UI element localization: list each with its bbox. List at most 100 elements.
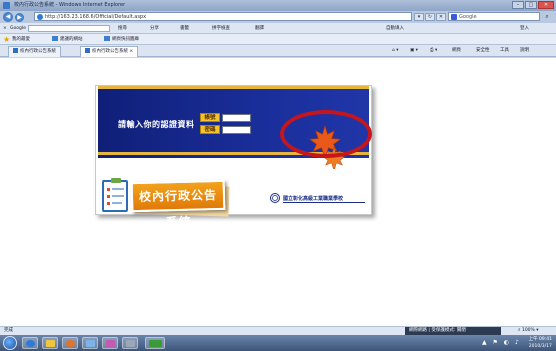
page-content: 請輸入你的認證資料 帳號 密碼 校內行政公告系統 國立彰化高級工業職業學校 (0, 58, 556, 326)
status-bar: 完成 網際網路 | 受保護模式: 關閉 ⌕ 100% ▾ (0, 326, 556, 335)
print-icon[interactable]: ⎙ ▾ (430, 45, 437, 57)
forward-button[interactable]: ▶ (15, 13, 24, 22)
favorites-bar: ★ 我的最愛 建議的網站 網頁快訊圖庫 (0, 34, 556, 45)
school-underline (283, 202, 365, 203)
toolbar-item-signin[interactable]: 登入 (520, 23, 529, 34)
window-controls: – □ ✕ (512, 1, 554, 10)
school-branding: 國立彰化高級工業職業學校 (270, 193, 365, 203)
url-text: http://163.23.168.6/Official/Default.asp… (45, 14, 147, 20)
browser-window: 校內行政公告系統 - Windows Internet Explorer – □… (0, 0, 556, 351)
search-input[interactable]: Google (448, 12, 540, 21)
system-tray-icons[interactable]: ▲ ⚑ ◐ ♪ (482, 339, 521, 346)
zoom-value: 100% (521, 328, 535, 333)
taskbar-app-button[interactable] (82, 337, 98, 349)
search-placeholder: Google (459, 14, 477, 20)
toolbar-item-autofill[interactable]: 自動填入 (386, 23, 404, 34)
folder-icon (46, 340, 55, 347)
url-input[interactable]: http://163.23.168.6/Official/Default.asp… (34, 12, 412, 21)
favorite-page-icon (52, 36, 58, 41)
google-toolbar-label: Google (10, 26, 26, 31)
media-player-icon (66, 340, 75, 347)
stop-button[interactable]: ✕ (436, 13, 446, 21)
favorites-button[interactable]: 我的最愛 (12, 34, 30, 45)
clipboard-bullet (107, 195, 110, 198)
highlight-circle-annotation (280, 110, 372, 158)
login-prompt: 請輸入你的認證資料 (118, 120, 195, 129)
toolbar-close-icon[interactable]: × (3, 23, 7, 34)
command-tools[interactable]: 工具 (500, 45, 509, 57)
banner-stripe-top (98, 86, 369, 89)
page-icon (37, 14, 43, 20)
tray-time: 上午 09:41 (528, 337, 552, 342)
tray-date: 2010/3/17 (528, 344, 552, 349)
tab-bar: 校內行政公告系統 校內行政公告系統 × ⌂ ▾ ▣ ▾ ⎙ ▾ 網頁 安全性 工… (0, 45, 556, 57)
back-button[interactable]: ◀ (3, 12, 13, 22)
zoom-level[interactable]: ⌕ 100% ▾ (518, 327, 539, 335)
toolbar-item-search[interactable]: 搜尋 (118, 23, 127, 34)
toolbar-item-translate[interactable]: 翻譯 (255, 23, 264, 34)
feeds-icon[interactable]: ▣ ▾ (410, 45, 418, 57)
search-button[interactable]: ⌕ (541, 13, 553, 21)
home-icon[interactable]: ⌂ ▾ (392, 45, 399, 57)
toolbar-item-share[interactable]: 分享 (150, 23, 159, 34)
command-safety[interactable]: 安全性 (476, 45, 490, 57)
tab-page-icon (85, 48, 90, 53)
system-title: 校內行政公告系統 (130, 179, 226, 229)
password-label: 密碼 (200, 125, 220, 134)
taskbar-ie-button[interactable] (22, 337, 38, 349)
clipboard-clip (111, 178, 121, 183)
address-bar-row: ◀ ▶ http://163.23.168.6/Official/Default… (0, 11, 556, 23)
toolbar-item-spellcheck[interactable]: 拼字檢查 (212, 23, 230, 34)
taskbar-photo-button[interactable] (122, 337, 138, 349)
google-toolbar-search[interactable] (28, 25, 110, 32)
tab-2[interactable]: 校內行政公告系統 × (80, 46, 139, 57)
command-page[interactable]: 網頁 (452, 45, 461, 57)
favorite-item-suggested[interactable]: 建議的網站 (52, 34, 83, 45)
window-title: 校內行政公告系統 - Windows Internet Explorer (14, 2, 126, 8)
taskbar-media-button[interactable] (62, 337, 78, 349)
photo-icon (126, 340, 135, 347)
account-label: 帳號 (200, 113, 220, 122)
tray-clock[interactable]: 上午 09:41 2010/3/17 (529, 336, 552, 350)
clipboard-line (112, 202, 122, 204)
command-help[interactable]: 說明 (520, 45, 529, 57)
app-icon (86, 340, 95, 347)
tab-page-icon (13, 48, 18, 53)
school-name: 國立彰化高級工業職業學校 (283, 195, 344, 202)
toolbar-item-bookmarks[interactable]: 書籤 (180, 23, 189, 34)
url-dropdown-button[interactable]: ▾ (414, 13, 424, 21)
ie-icon (26, 340, 35, 347)
google-toolbar: × Google 搜尋 分享 書籤 拼字檢查 翻譯 自動填入 登入 (0, 23, 556, 34)
taskbar-folder-button[interactable] (42, 337, 58, 349)
clipboard-bullet (107, 188, 110, 191)
favorite-label: 建議的網站 (60, 37, 83, 42)
taskbar: ▲ ⚑ ◐ ♪ 上午 09:41 2010/3/17 (0, 335, 556, 351)
spreadsheet-icon (149, 340, 162, 347)
clipboard-bullet (107, 202, 110, 205)
window-title-bar: 校內行政公告系統 - Windows Internet Explorer – □… (0, 0, 556, 11)
taskbar-paint-button[interactable] (102, 337, 118, 349)
maximize-button[interactable]: □ (525, 1, 537, 9)
clipboard-icon (102, 178, 128, 212)
favorites-star-icon[interactable]: ★ (3, 36, 10, 44)
taskbar-excel-button[interactable] (145, 337, 165, 349)
ie-icon (3, 2, 10, 9)
login-card: 請輸入你的認證資料 帳號 密碼 校內行政公告系統 國立彰化高級工業職業學校 (95, 85, 372, 229)
tab-label: 校內行政公告系統 (92, 49, 128, 54)
status-text: 完成 (4, 328, 13, 333)
tab-1[interactable]: 校內行政公告系統 (8, 46, 61, 57)
paint-icon (106, 340, 115, 347)
tab-label: 校內行政公告系統 (20, 49, 56, 54)
password-input[interactable] (222, 126, 251, 134)
refresh-button[interactable]: ↻ (425, 13, 435, 21)
security-zone: 網際網路 | 受保護模式: 關閉 (405, 327, 501, 335)
account-input[interactable] (222, 114, 251, 122)
start-button[interactable] (3, 336, 17, 350)
clipboard-line (112, 188, 124, 190)
clipboard-line (112, 195, 124, 197)
school-seal-icon (270, 193, 280, 203)
minimize-button[interactable]: – (512, 1, 524, 9)
favorite-item-webslice[interactable]: 網頁快訊圖庫 (104, 34, 139, 45)
favorite-label: 網頁快訊圖庫 (112, 37, 139, 42)
close-button[interactable]: ✕ (538, 1, 554, 9)
